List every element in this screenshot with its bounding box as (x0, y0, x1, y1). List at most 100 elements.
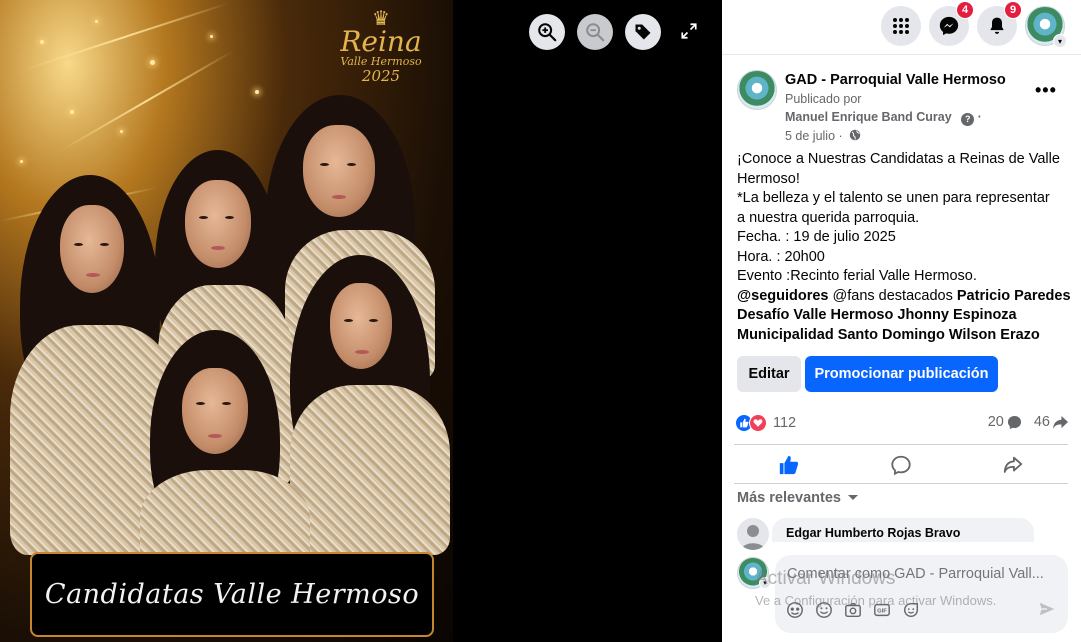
post-tags-line: Desafío Valle Hermoso Jhonny Espinoza (737, 306, 1077, 326)
avatar-sticker-button[interactable] (785, 600, 805, 620)
love-reaction-icon (749, 414, 767, 432)
emoji-button[interactable] (814, 600, 834, 620)
camera-icon (845, 602, 861, 618)
caret-down-icon (847, 495, 858, 500)
emoji-icon (816, 602, 832, 618)
divider (734, 483, 1068, 484)
page-name-link[interactable]: GAD - Parroquial Valle Hermoso (785, 72, 1006, 88)
sparkle (40, 40, 44, 44)
app-root: ♛ Reina Valle Hermoso 2025 Candidatas Va… (0, 0, 1081, 642)
avatar-sticker-icon (787, 602, 803, 618)
post-text-line: ¡Conoce a Nuestras Candidatas a Reinas d… (737, 151, 1060, 167)
photo-caption: Candidatas Valle Hermoso (44, 579, 420, 610)
eye (74, 243, 83, 246)
fullscreen-button[interactable] (680, 22, 700, 42)
sparkle (150, 60, 155, 65)
sparkle (255, 90, 259, 94)
commenter-avatar[interactable] (737, 518, 769, 550)
messenger-button[interactable]: 4 (929, 1, 974, 46)
eye (369, 319, 378, 322)
zoom-out-icon (586, 23, 605, 42)
comment-icon (891, 455, 911, 476)
page-avatar[interactable] (737, 70, 777, 110)
post-text-line: a nuestra querida parroquia. (737, 209, 920, 226)
comment-count-icon (1007, 415, 1021, 429)
tag-fans: @fans destacados (828, 287, 957, 304)
engagement-counts: 20 46 (988, 414, 1069, 430)
face (60, 205, 124, 293)
profile-menu-button[interactable]: ▾ (1025, 6, 1067, 48)
published-by-label: Publicado por (785, 92, 862, 106)
eye (222, 402, 231, 405)
like-button[interactable] (777, 453, 801, 477)
post-text: ¡Conoce a Nuestras Candidatas a Reinas d… (737, 150, 1077, 345)
author-suffix: · (977, 110, 982, 124)
like-icon (779, 455, 799, 475)
tag-jhonny[interactable]: Jhonny Espinoza (897, 307, 1016, 323)
sparkle (20, 160, 23, 163)
notifications-button[interactable]: 9 (977, 1, 1022, 46)
sticker-icon (903, 602, 919, 618)
share-icon (1003, 456, 1023, 473)
post-text-line: Fecha. : 19 de julio 2025 (737, 229, 896, 245)
post-photo[interactable]: ♛ Reina Valle Hermoso 2025 Candidatas Va… (0, 0, 453, 642)
tag-patricio[interactable]: Patricio Paredes (957, 288, 1071, 304)
user-icon (741, 525, 765, 550)
eye (100, 243, 109, 246)
tag-municipalidad[interactable]: Municipalidad Santo Domingo (737, 327, 945, 343)
author-link[interactable]: Manuel Enrique Band Curay (785, 110, 952, 124)
more-options-icon[interactable]: ••• (1035, 80, 1057, 101)
chevron-down-icon: ▾ (1053, 34, 1067, 48)
face (182, 368, 248, 454)
shares-count[interactable]: 46 (1034, 414, 1050, 430)
comments-count[interactable]: 20 (988, 414, 1004, 430)
post-text-line: *La belleza y el talento se unen para re… (737, 190, 1050, 206)
face (185, 180, 251, 268)
zoom-out-button[interactable] (577, 14, 613, 50)
lips (332, 195, 346, 199)
lips (211, 246, 225, 250)
sparkle (210, 35, 213, 38)
tag-seguidores[interactable]: @seguidores (737, 288, 829, 304)
sparkle (95, 20, 98, 23)
tag-desafio[interactable]: Desafío Valle Hermoso (737, 307, 893, 323)
lips (86, 273, 100, 277)
lips (355, 350, 369, 354)
post-text-line: Evento :Recinto ferial Valle Hermoso. (737, 268, 977, 284)
comment-author-name[interactable]: Edgar Humberto Rojas Bravo (772, 518, 1034, 542)
sticker-button[interactable] (901, 600, 921, 620)
help-icon[interactable]: ? (961, 112, 975, 126)
send-comment-button[interactable] (1038, 600, 1056, 623)
comment-sort-dropdown[interactable]: Más relevantes (737, 490, 859, 506)
reactions-summary[interactable]: 112 (735, 414, 796, 432)
tag-icon (635, 24, 651, 40)
reina-logo: ♛ Reina Valle Hermoso 2025 (331, 8, 431, 84)
post-tags-line: @seguidores @fans destacados Patricio Pa… (737, 287, 1077, 307)
post-text-line: Hermoso! (737, 170, 800, 187)
edit-button[interactable]: Editar (737, 356, 801, 392)
messenger-badge: 4 (956, 1, 974, 19)
post-date-line: 5 de julio · (785, 129, 861, 143)
grid-menu-icon (893, 18, 909, 34)
photo-viewer: ♛ Reina Valle Hermoso 2025 Candidatas Va… (0, 0, 722, 642)
bell-icon (990, 17, 1004, 34)
promote-post-button[interactable]: Promocionar publicación (805, 356, 998, 392)
comment-button[interactable] (889, 453, 913, 477)
comment-input[interactable] (787, 566, 1057, 582)
face (330, 283, 392, 369)
post-date-link[interactable]: 5 de julio · (785, 129, 843, 143)
sparkle (120, 130, 123, 133)
light-streak (59, 50, 234, 152)
tag-wilson[interactable]: Wilson Erazo (949, 327, 1040, 343)
tag-button[interactable] (625, 14, 661, 50)
menu-button[interactable] (881, 6, 921, 46)
gif-button[interactable]: GIF (872, 600, 892, 620)
lips (208, 434, 222, 438)
share-button[interactable] (1001, 453, 1025, 477)
sparkle (70, 110, 74, 114)
photo-button[interactable] (843, 600, 863, 620)
messenger-icon (939, 16, 959, 36)
zoom-in-button[interactable] (529, 14, 565, 50)
photo-caption-box: Candidatas Valle Hermoso (30, 552, 434, 637)
eye (225, 216, 234, 219)
